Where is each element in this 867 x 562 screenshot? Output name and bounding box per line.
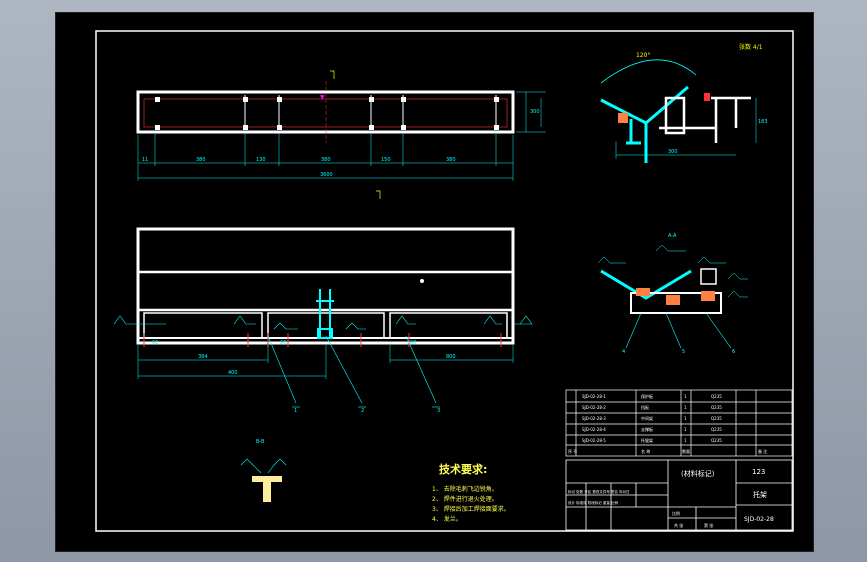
- svg-text:380: 380: [321, 157, 331, 163]
- svg-text:Q235: Q235: [711, 416, 722, 421]
- front-view: 384 400 800 60 60 60 1 2 3: [113, 227, 533, 414]
- svg-text:130: 130: [256, 157, 266, 163]
- svg-text:60: 60: [152, 340, 158, 346]
- svg-text:4: 4: [622, 349, 625, 355]
- svg-text:Q235: Q235: [711, 438, 722, 443]
- svg-text:1: 1: [684, 438, 687, 443]
- svg-text:挡板: 挡板: [641, 404, 649, 410]
- svg-text:380: 380: [196, 157, 206, 163]
- side-view: 120° 300 183 张数 4/1: [600, 43, 768, 163]
- svg-text:60: 60: [410, 340, 416, 346]
- svg-text:共 张: 共 张: [674, 522, 683, 528]
- svg-text:SJD-02-28: SJD-02-28: [744, 516, 774, 523]
- svg-text:6: 6: [732, 349, 735, 355]
- cad-drawing: ▼ 11 380 130 380 150 380 3600 300 384 40…: [95, 30, 794, 532]
- svg-text:托架: 托架: [753, 490, 767, 499]
- svg-text:设计 标准化 阶段标记 重量 比例: 设计 标准化 阶段标记 重量 比例: [568, 500, 618, 505]
- svg-text:123: 123: [752, 468, 765, 476]
- callout-3: 3: [437, 408, 440, 414]
- svg-text:3600: 3600: [320, 172, 333, 178]
- svg-text:名 称: 名 称: [641, 448, 650, 454]
- svg-text:1: 1: [684, 405, 687, 410]
- svg-text:Q235: Q235: [711, 427, 722, 432]
- callout-1: 1: [294, 408, 297, 414]
- svg-text:2、 焊件进行退火处理。: 2、 焊件进行退火处理。: [432, 495, 498, 503]
- svg-text:SJD-02-28-2: SJD-02-28-2: [582, 405, 606, 410]
- svg-text:4、 发兰。: 4、 发兰。: [432, 515, 462, 523]
- svg-text:SJD-02-28-5: SJD-02-28-5: [582, 438, 606, 443]
- svg-text:Q235: Q235: [711, 394, 722, 399]
- technical-requirements: 技术要求: 1、 去除毛刺飞边锐角。 2、 焊件进行退火处理。 3、 焊接后加工…: [432, 462, 510, 523]
- section-bb: B-B: [240, 439, 287, 502]
- svg-text:SJD-02-28-3: SJD-02-28-3: [582, 416, 606, 421]
- svg-text:3、 焊接后加工焊接面要求。: 3、 焊接后加工焊接面要求。: [432, 505, 510, 513]
- svg-text:B-B: B-B: [256, 439, 265, 445]
- svg-text:11: 11: [142, 157, 148, 163]
- svg-text:1、 去除毛刺飞边锐角。: 1、 去除毛刺飞边锐角。: [432, 485, 498, 493]
- svg-text:A-A: A-A: [668, 233, 677, 239]
- svg-text:张数 4/1: 张数 4/1: [739, 43, 763, 51]
- svg-text:标记 处数 分区 更改文件号 签名 年月日: 标记 处数 分区 更改文件号 签名 年月日: [568, 489, 630, 494]
- svg-text:800: 800: [446, 354, 456, 360]
- svg-text:数量: 数量: [682, 448, 690, 454]
- callout-2: 2: [361, 408, 364, 414]
- svg-text:备 注: 备 注: [758, 448, 767, 454]
- svg-text:183: 183: [758, 119, 768, 125]
- svg-text:120°: 120°: [636, 52, 650, 59]
- svg-text:400: 400: [228, 370, 238, 376]
- svg-text:保护板: 保护板: [641, 393, 653, 399]
- svg-text:150: 150: [381, 157, 391, 163]
- svg-text:300: 300: [530, 109, 540, 115]
- svg-text:中间架: 中间架: [641, 415, 653, 421]
- svg-text:支撑板: 支撑板: [641, 426, 653, 432]
- svg-text:384: 384: [198, 354, 208, 360]
- svg-text:第 张: 第 张: [704, 522, 713, 528]
- top-view: ▼ 11 380 130 380 150 380 3600 300: [136, 70, 546, 199]
- svg-text:1: 1: [684, 394, 687, 399]
- svg-text:(材料标记): (材料标记): [681, 469, 715, 478]
- svg-text:60: 60: [280, 340, 286, 346]
- svg-text:Q235: Q235: [711, 405, 722, 410]
- svg-text:▼: ▼: [320, 94, 325, 101]
- svg-text:SJD-02-28-4: SJD-02-28-4: [582, 427, 606, 432]
- drawing-sheet: ▼ 11 380 130 380 150 380 3600 300 384 40…: [55, 12, 814, 552]
- bom-table: [565, 389, 793, 457]
- svg-text:1: 1: [684, 427, 687, 432]
- svg-text:序 号: 序 号: [568, 448, 577, 454]
- svg-text:380: 380: [446, 157, 456, 163]
- svg-text:1: 1: [684, 416, 687, 421]
- section-aa: A-A 4 5 6: [597, 233, 748, 355]
- svg-text:技术要求:: 技术要求:: [439, 462, 487, 476]
- svg-text:SJD-02-28-1: SJD-02-28-1: [582, 394, 606, 399]
- svg-text:托辊架: 托辊架: [641, 437, 653, 443]
- svg-text:5: 5: [682, 349, 685, 355]
- svg-text:比例: 比例: [672, 510, 680, 516]
- svg-text:300: 300: [668, 149, 678, 155]
